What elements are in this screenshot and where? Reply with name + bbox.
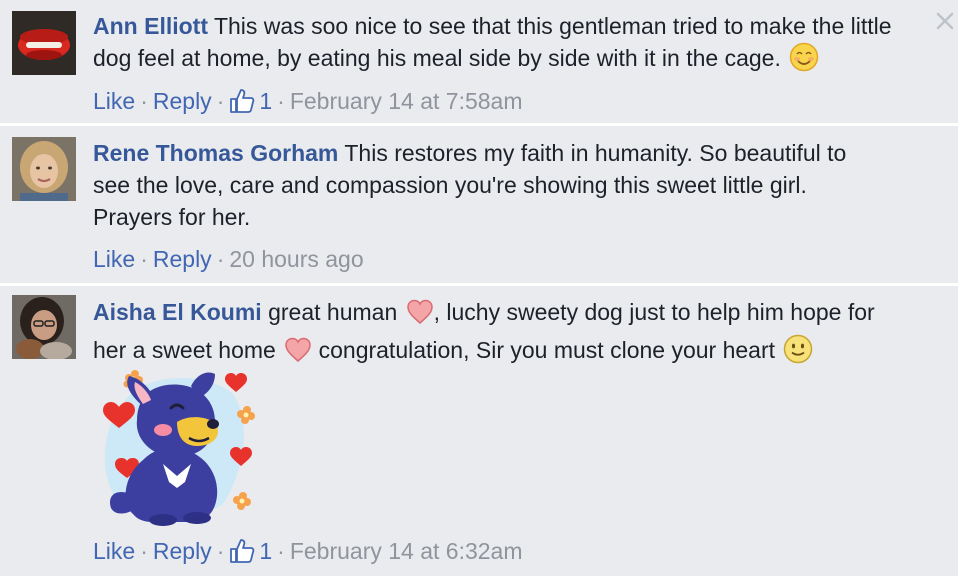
separator: · — [277, 538, 285, 564]
smiling-face-icon — [789, 42, 819, 80]
comment-text-line: This restores my faith in humanity. So b… — [344, 140, 847, 166]
like-link[interactable]: Like — [93, 538, 135, 564]
separator: · — [277, 88, 285, 114]
comment-body: Rene Thomas Gorham This restores my fait… — [93, 137, 933, 233]
comment-text-line: see the love, care and compassion you're… — [93, 172, 807, 198]
comment-text-line: Prayers for her. — [93, 204, 251, 230]
timestamp[interactable]: February 14 at 6:32am — [290, 538, 523, 564]
comment-rene-thomas-gorham: Rene Thomas Gorham This restores my fait… — [0, 126, 958, 283]
comment-aisha-el-koumi: Aisha El Koumi great human , luchy sweet… — [0, 286, 958, 576]
separator: · — [216, 88, 225, 114]
puppy-hearts-sticker[interactable] — [93, 364, 255, 528]
like-link[interactable]: Like — [93, 88, 135, 114]
avatar[interactable] — [12, 295, 76, 359]
comment-ann-elliott: Ann Elliott This was soo nice to see tha… — [0, 0, 958, 123]
separator: · — [140, 88, 148, 114]
comment-text: congratulation, Sir you must clone your … — [318, 337, 776, 363]
slight-smile-icon — [783, 334, 813, 372]
like-count-value: 1 — [259, 88, 273, 114]
comment-text: This was soo nice to see that this gentl… — [93, 13, 892, 71]
avatar[interactable] — [12, 11, 76, 75]
like-link[interactable]: Like — [93, 246, 135, 272]
timestamp[interactable]: February 14 at 7:58am — [290, 88, 523, 114]
comment-actions: Like · Reply · 1 · February 14 at 6:32am — [93, 536, 523, 571]
reply-link[interactable]: Reply — [153, 538, 212, 564]
separator: · — [216, 538, 225, 564]
comment-actions: Like · Reply · 1 · February 14 at 7:58am — [93, 86, 523, 121]
comment-text: , luchy sweety dog just to help him hope… — [433, 299, 875, 325]
separator: · — [140, 538, 148, 564]
comment-text: her a sweet home — [93, 337, 276, 363]
comment-body: Aisha El Koumi great human , luchy sweet… — [93, 296, 933, 372]
thumbs-up-icon — [229, 538, 255, 571]
separator: · — [216, 246, 225, 272]
heart-icon — [406, 298, 434, 334]
heart-icon — [284, 336, 312, 372]
separator: · — [140, 246, 148, 272]
comment-author[interactable]: Ann Elliott — [93, 13, 208, 39]
like-count[interactable]: 1 — [229, 538, 272, 564]
comment-author[interactable]: Rene Thomas Gorham — [93, 140, 338, 166]
reply-link[interactable]: Reply — [153, 88, 212, 114]
timestamp[interactable]: 20 hours ago — [229, 246, 363, 272]
comment-text: great human — [268, 299, 398, 325]
comment-body: Ann Elliott This was soo nice to see tha… — [93, 10, 933, 80]
reply-link[interactable]: Reply — [153, 246, 212, 272]
avatar[interactable] — [12, 137, 76, 201]
comment-author[interactable]: Aisha El Koumi — [93, 299, 262, 325]
thumbs-up-icon — [229, 88, 255, 121]
like-count[interactable]: 1 — [229, 88, 272, 114]
close-icon[interactable] — [936, 12, 954, 30]
like-count-value: 1 — [259, 538, 273, 564]
comment-actions: Like · Reply · 20 hours ago — [93, 244, 364, 274]
